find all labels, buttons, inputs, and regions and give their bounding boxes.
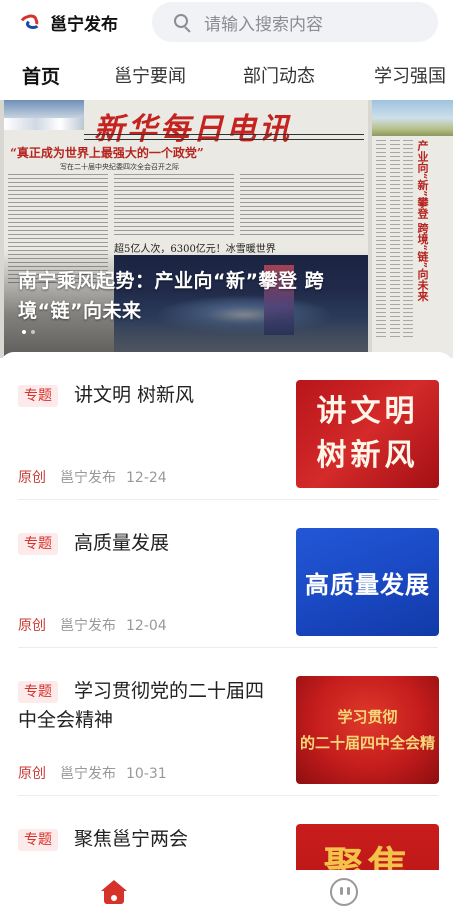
list-item[interactable]: 专题 讲文明 树新风 原创 邕宁发布 12-24 讲文明 树新风	[0, 352, 453, 500]
tab-study[interactable]: 学习强国	[374, 62, 446, 88]
newspaper-column	[390, 140, 400, 340]
list-item[interactable]: 专题 聚焦邕宁两会 聚焦	[0, 796, 453, 870]
bottom-navigation	[0, 870, 453, 920]
banner-carousel[interactable]: 新华每日电讯 “真正成为世界上最强大的一个政党” 写在二十届中央纪委四次全会召开…	[0, 100, 453, 358]
article-title[interactable]: 讲文明 树新风	[18, 381, 278, 410]
article-title[interactable]: 高质量发展	[18, 529, 278, 558]
tab-home[interactable]: 首页	[22, 62, 60, 89]
carousel-dot	[31, 330, 35, 334]
original-badge: 原创	[18, 618, 46, 634]
article-thumbnail[interactable]: 聚焦	[296, 824, 439, 870]
thumbnail-text: 聚焦	[323, 843, 412, 870]
face-icon[interactable]	[330, 878, 358, 906]
article-title[interactable]: 学习贯彻党的二十届四中全会精神	[18, 677, 278, 735]
thumbnail-text: 讲文明 树新风	[316, 394, 419, 473]
list-item[interactable]: 专题 高质量发展 原创 邕宁发布 12-04 高质量发展	[0, 500, 453, 648]
newspaper-masthead: 新华每日电讯	[94, 112, 292, 147]
original-badge: 原创	[18, 470, 46, 486]
article-date: 12-04	[126, 618, 167, 634]
app-name: 邕宁发布	[50, 15, 118, 35]
banner-caption[interactable]: 南宁乘风起势：产业向“新”攀登 跨境“链”向未来	[18, 266, 378, 326]
list-item[interactable]: 专题 学习贯彻党的二十届四中全会精神 原创 邕宁发布 10-31 学习贯彻 的二十届…	[0, 648, 453, 796]
original-badge: 原创	[18, 766, 46, 782]
article-thumbnail[interactable]: 讲文明 树新风	[296, 380, 439, 488]
newspaper-photo	[4, 100, 84, 130]
article-thumbnail[interactable]: 学习贯彻 的二十届四中全会精	[296, 676, 439, 784]
tab-yongning-news[interactable]: 邕宁要闻	[114, 62, 186, 88]
article-source: 邕宁发布	[60, 470, 116, 486]
next-slide-headline: 产业向“新”攀登 跨境“链”向未来	[416, 140, 429, 302]
app-header: 邕宁发布 请输入搜索内容	[0, 0, 453, 44]
channel-tabs: 首页 邕宁要闻 部门动态 学习强国	[0, 56, 453, 96]
article-meta: 原创 邕宁发布 10-31	[18, 763, 167, 783]
article-date: 12-24	[126, 470, 167, 486]
article-source: 邕宁发布	[60, 766, 116, 782]
app-logo[interactable]: 邕宁发布	[18, 10, 118, 35]
search-input[interactable]: 请输入搜索内容	[152, 2, 438, 42]
article-list: 专题 讲文明 树新风 原创 邕宁发布 12-24 讲文明 树新风 专题 高质量发展 原…	[0, 352, 453, 870]
article-meta: 原创 邕宁发布 12-04	[18, 615, 167, 635]
article-title[interactable]: 聚焦邕宁两会	[18, 825, 278, 854]
home-icon[interactable]	[100, 878, 128, 906]
newspaper-column	[114, 174, 234, 236]
thumbnail-text: 学习贯彻 的二十届四中全会精	[299, 708, 435, 752]
banner-next-slide[interactable]: 产业向“新”攀登 跨境“链”向未来	[372, 100, 453, 358]
newspaper-dateline	[84, 134, 364, 140]
article-source: 邕宁发布	[60, 618, 116, 634]
search-placeholder: 请输入搜索内容	[204, 14, 323, 35]
article-thumbnail[interactable]: 高质量发展	[296, 528, 439, 636]
article-date: 10-31	[126, 766, 167, 782]
search-icon	[174, 14, 191, 33]
carousel-indicator	[22, 330, 40, 334]
newspaper-headline: “真正成为世界上最强大的一个政党”	[10, 146, 204, 160]
newspaper-column	[403, 140, 413, 340]
thumbnail-text: 高质量发展	[305, 569, 430, 599]
tab-department-news[interactable]: 部门动态	[243, 62, 315, 88]
newspaper-column	[240, 174, 364, 236]
logo-icon	[18, 11, 44, 33]
carousel-dot	[22, 330, 26, 334]
next-slide-photo	[372, 100, 453, 136]
newspaper-subhead: 写在二十届中央纪委四次全会召开之际	[60, 163, 179, 171]
article-meta: 原创 邕宁发布 12-24	[18, 467, 167, 487]
